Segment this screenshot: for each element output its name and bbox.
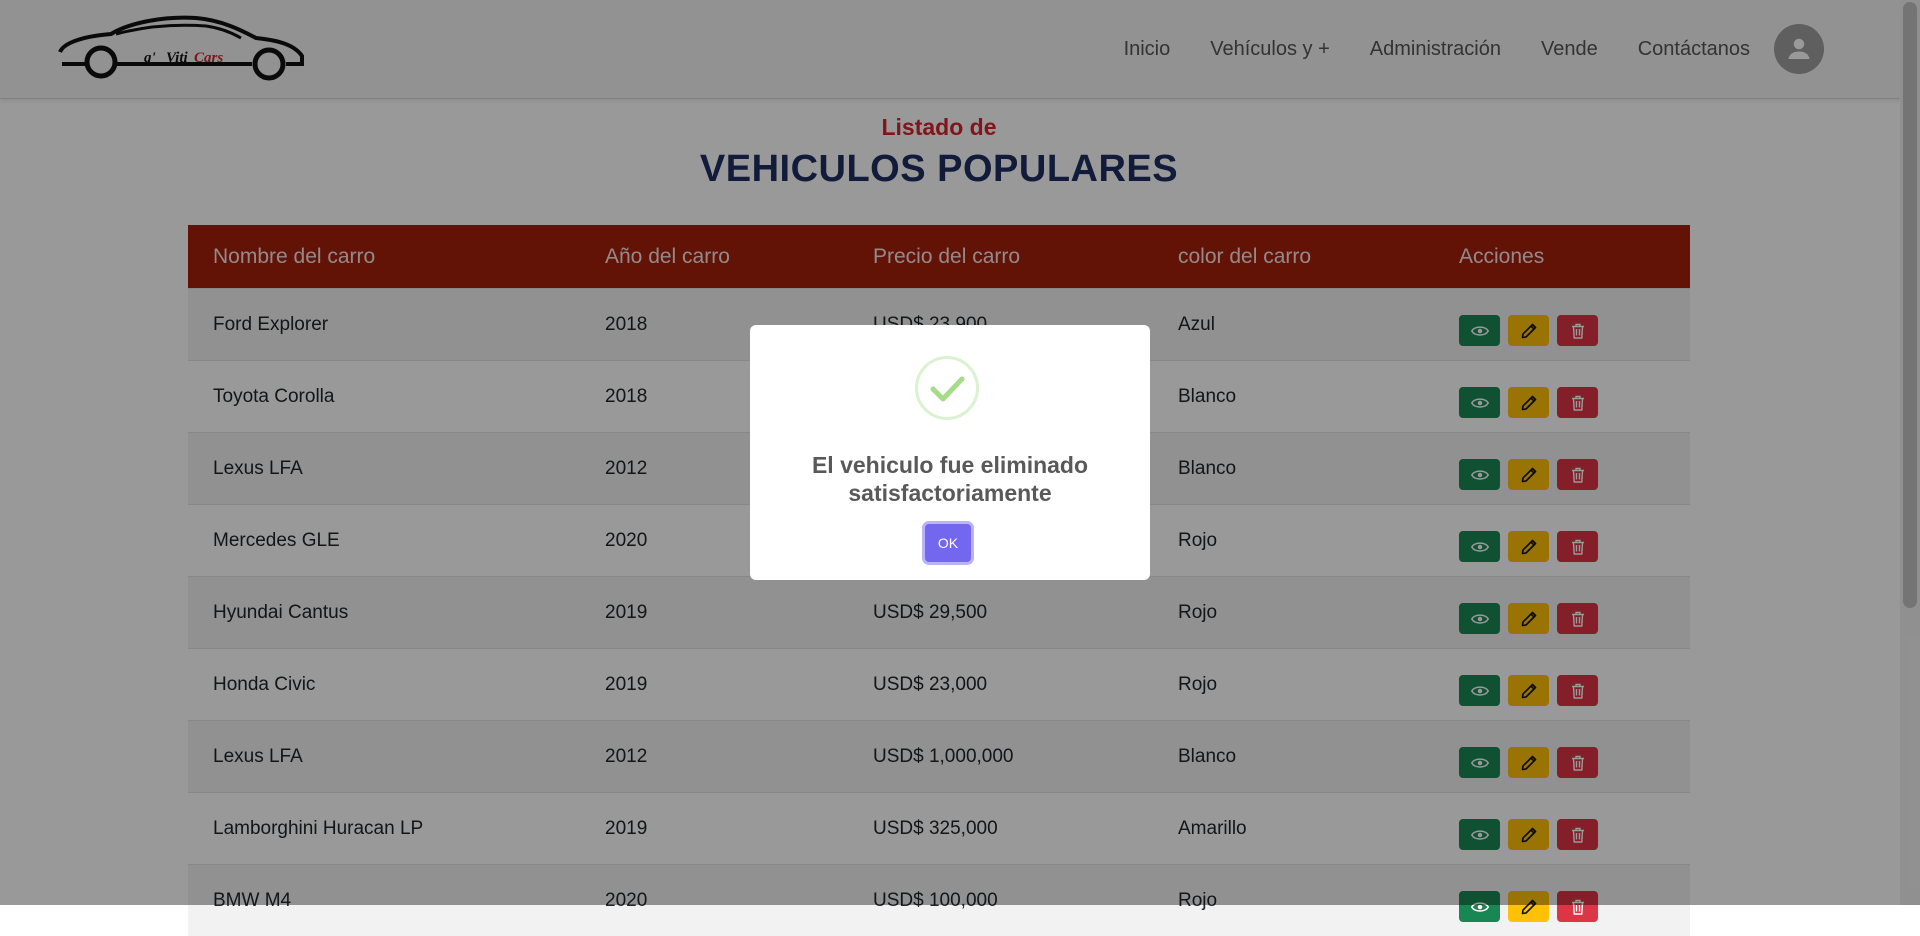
success-circle: [915, 356, 979, 420]
dialog-message: El vehiculo fue eliminado satisfactoriam…: [770, 451, 1130, 507]
ok-button[interactable]: OK: [925, 524, 971, 562]
check-icon: [918, 359, 976, 417]
success-dialog: El vehiculo fue eliminado satisfactoriam…: [750, 325, 1150, 580]
